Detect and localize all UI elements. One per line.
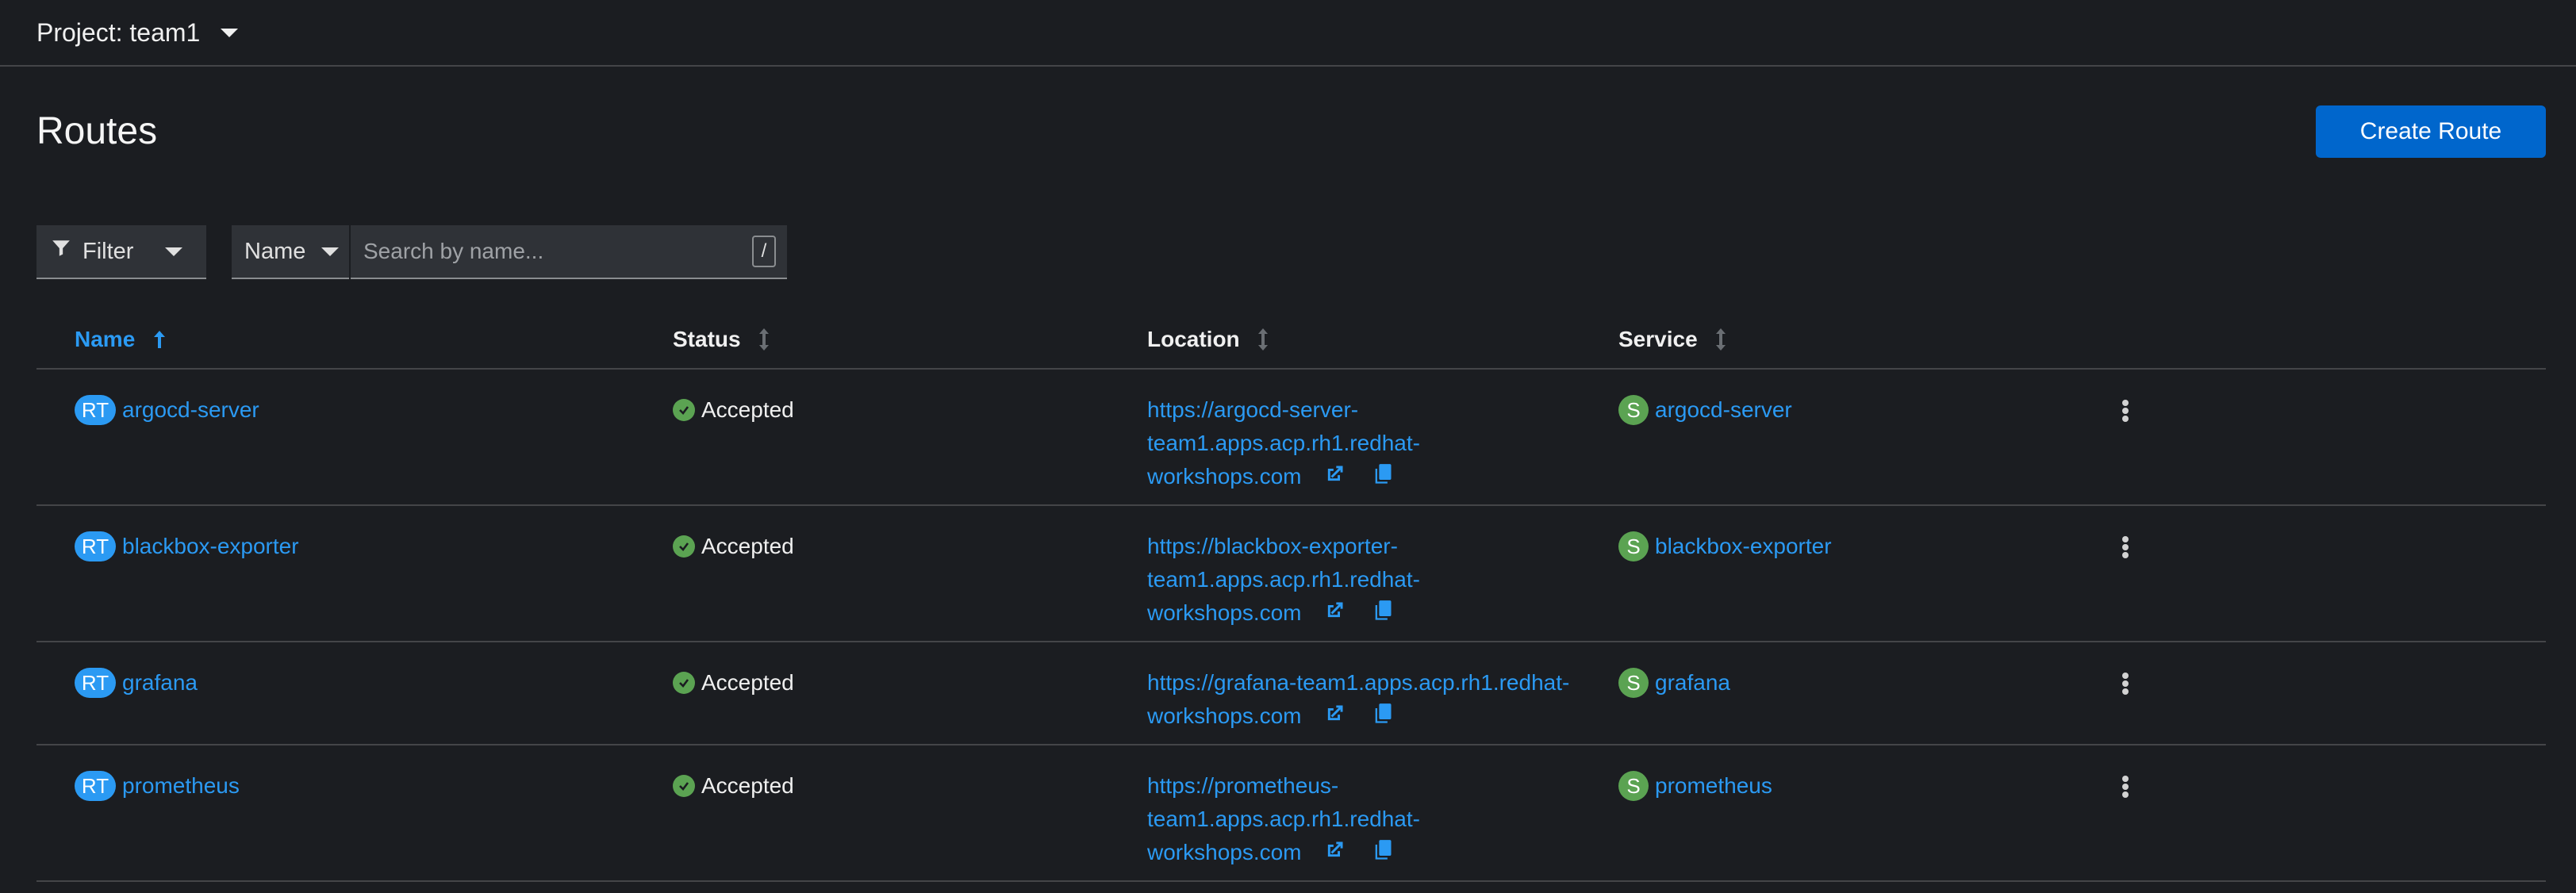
project-selector[interactable]: Project: team1 bbox=[36, 17, 239, 48]
caret-down-icon bbox=[221, 28, 239, 37]
location-link[interactable]: https://blackbox-exporter- bbox=[1147, 530, 1591, 563]
check-circle-icon bbox=[673, 535, 695, 558]
status-text: Accepted bbox=[701, 534, 794, 558]
service-badge: S bbox=[1618, 395, 1649, 425]
location-link[interactable]: https://argocd-server- bbox=[1147, 393, 1591, 427]
route-name-link[interactable]: grafana bbox=[122, 666, 198, 699]
location-link[interactable]: workshops.com bbox=[1147, 600, 1302, 625]
route-badge: RT bbox=[75, 531, 116, 561]
filter-attribute-label: Name bbox=[244, 238, 306, 264]
copy-icon[interactable] bbox=[1372, 598, 1393, 631]
location-link[interactable]: workshops.com bbox=[1147, 703, 1302, 728]
column-header-location[interactable]: Location bbox=[1147, 327, 1269, 352]
kebab-icon[interactable] bbox=[2113, 772, 2137, 801]
search-input[interactable] bbox=[351, 225, 752, 278]
location-link[interactable]: team1.apps.acp.rh1.redhat- bbox=[1147, 563, 1591, 596]
column-label: Location bbox=[1147, 327, 1240, 351]
route-badge: RT bbox=[75, 771, 116, 801]
project-label: Project: team1 bbox=[36, 17, 201, 47]
filter-attribute-select[interactable]: Name bbox=[232, 225, 349, 279]
check-circle-icon bbox=[673, 672, 695, 694]
location-link[interactable]: https://grafana-team1.apps.acp.rh1.redha… bbox=[1147, 666, 1591, 699]
route-name-link[interactable]: blackbox-exporter bbox=[122, 530, 299, 563]
route-name-cell: RT prometheus bbox=[75, 769, 240, 803]
location-cell: https://argocd-server- team1.apps.acp.rh… bbox=[1147, 393, 1591, 495]
location-cell: https://blackbox-exporter- team1.apps.ac… bbox=[1147, 530, 1591, 631]
search-box: / bbox=[351, 225, 787, 279]
service-cell: S argocd-server bbox=[1618, 393, 1792, 427]
caret-down-icon bbox=[165, 247, 183, 256]
service-cell: S blackbox-exporter bbox=[1618, 530, 1832, 563]
location-link[interactable]: team1.apps.acp.rh1.redhat- bbox=[1147, 427, 1591, 460]
service-link[interactable]: argocd-server bbox=[1655, 393, 1792, 427]
route-name-link[interactable]: prometheus bbox=[122, 769, 240, 803]
sort-icon bbox=[1715, 328, 1726, 351]
caret-down-icon bbox=[321, 247, 340, 256]
location-cell: https://grafana-team1.apps.acp.rh1.redha… bbox=[1147, 666, 1591, 734]
column-label: Name bbox=[75, 327, 136, 351]
location-link[interactable]: workshops.com bbox=[1147, 840, 1302, 864]
service-link[interactable]: blackbox-exporter bbox=[1655, 530, 1832, 563]
kebab-icon[interactable] bbox=[2113, 397, 2137, 425]
table-header: Name Status Location Service bbox=[36, 308, 2546, 370]
location-link[interactable]: workshops.com bbox=[1147, 464, 1302, 489]
status-cell: Accepted bbox=[673, 530, 794, 563]
service-cell: S grafana bbox=[1618, 666, 1730, 699]
sort-icon bbox=[758, 328, 770, 351]
external-link-icon[interactable] bbox=[1323, 598, 1346, 631]
column-label: Status bbox=[673, 327, 741, 351]
column-header-service[interactable]: Service bbox=[1618, 327, 1726, 352]
column-header-name[interactable]: Name bbox=[75, 327, 167, 352]
column-header-status[interactable]: Status bbox=[673, 327, 770, 352]
check-circle-icon bbox=[673, 775, 695, 797]
copy-icon[interactable] bbox=[1372, 837, 1393, 871]
filter-label: Filter bbox=[83, 238, 134, 264]
service-cell: S prometheus bbox=[1618, 769, 1772, 803]
service-badge: S bbox=[1618, 531, 1649, 561]
route-name-cell: RT argocd-server bbox=[75, 393, 259, 427]
location-cell: https://prometheus- team1.apps.acp.rh1.r… bbox=[1147, 769, 1591, 871]
table-row: RT grafana Accepted https://grafana-team… bbox=[36, 642, 2546, 745]
external-link-icon[interactable] bbox=[1323, 701, 1346, 734]
keyboard-shortcut-hint: / bbox=[752, 236, 776, 267]
check-circle-icon bbox=[673, 399, 695, 421]
sort-icon bbox=[1257, 328, 1269, 351]
status-text: Accepted bbox=[701, 773, 794, 798]
filter-dropdown[interactable]: Filter bbox=[36, 225, 206, 279]
route-badge: RT bbox=[75, 395, 116, 425]
route-name-cell: RT blackbox-exporter bbox=[75, 530, 299, 563]
column-label: Service bbox=[1618, 327, 1698, 351]
route-badge: RT bbox=[75, 668, 116, 698]
project-bar: Project: team1 bbox=[0, 0, 2576, 67]
service-link[interactable]: prometheus bbox=[1655, 769, 1772, 803]
kebab-icon[interactable] bbox=[2113, 669, 2137, 698]
service-link[interactable]: grafana bbox=[1655, 666, 1730, 699]
route-name-cell: RT grafana bbox=[75, 666, 198, 699]
create-route-button[interactable]: Create Route bbox=[2316, 105, 2546, 158]
status-cell: Accepted bbox=[673, 393, 794, 427]
external-link-icon[interactable] bbox=[1323, 837, 1346, 871]
page-title: Routes bbox=[36, 110, 158, 152]
sort-ascending-icon bbox=[152, 329, 167, 350]
copy-icon[interactable] bbox=[1372, 701, 1393, 734]
location-link[interactable]: team1.apps.acp.rh1.redhat- bbox=[1147, 803, 1591, 836]
table-row: RT blackbox-exporter Accepted https://bl… bbox=[36, 506, 2546, 642]
routes-table: Name Status Location Service RT argocd-s… bbox=[36, 308, 2546, 882]
kebab-icon[interactable] bbox=[2113, 533, 2137, 561]
status-cell: Accepted bbox=[673, 666, 794, 699]
external-link-icon[interactable] bbox=[1323, 462, 1346, 495]
status-text: Accepted bbox=[701, 397, 794, 422]
status-text: Accepted bbox=[701, 670, 794, 695]
location-link[interactable]: https://prometheus- bbox=[1147, 769, 1591, 803]
service-badge: S bbox=[1618, 668, 1649, 698]
table-row: RT argocd-server Accepted https://argocd… bbox=[36, 370, 2546, 506]
filter-icon bbox=[51, 238, 71, 265]
service-badge: S bbox=[1618, 771, 1649, 801]
route-name-link[interactable]: argocd-server bbox=[122, 393, 259, 427]
status-cell: Accepted bbox=[673, 769, 794, 803]
copy-icon[interactable] bbox=[1372, 462, 1393, 495]
table-row: RT prometheus Accepted https://prometheu… bbox=[36, 745, 2546, 882]
